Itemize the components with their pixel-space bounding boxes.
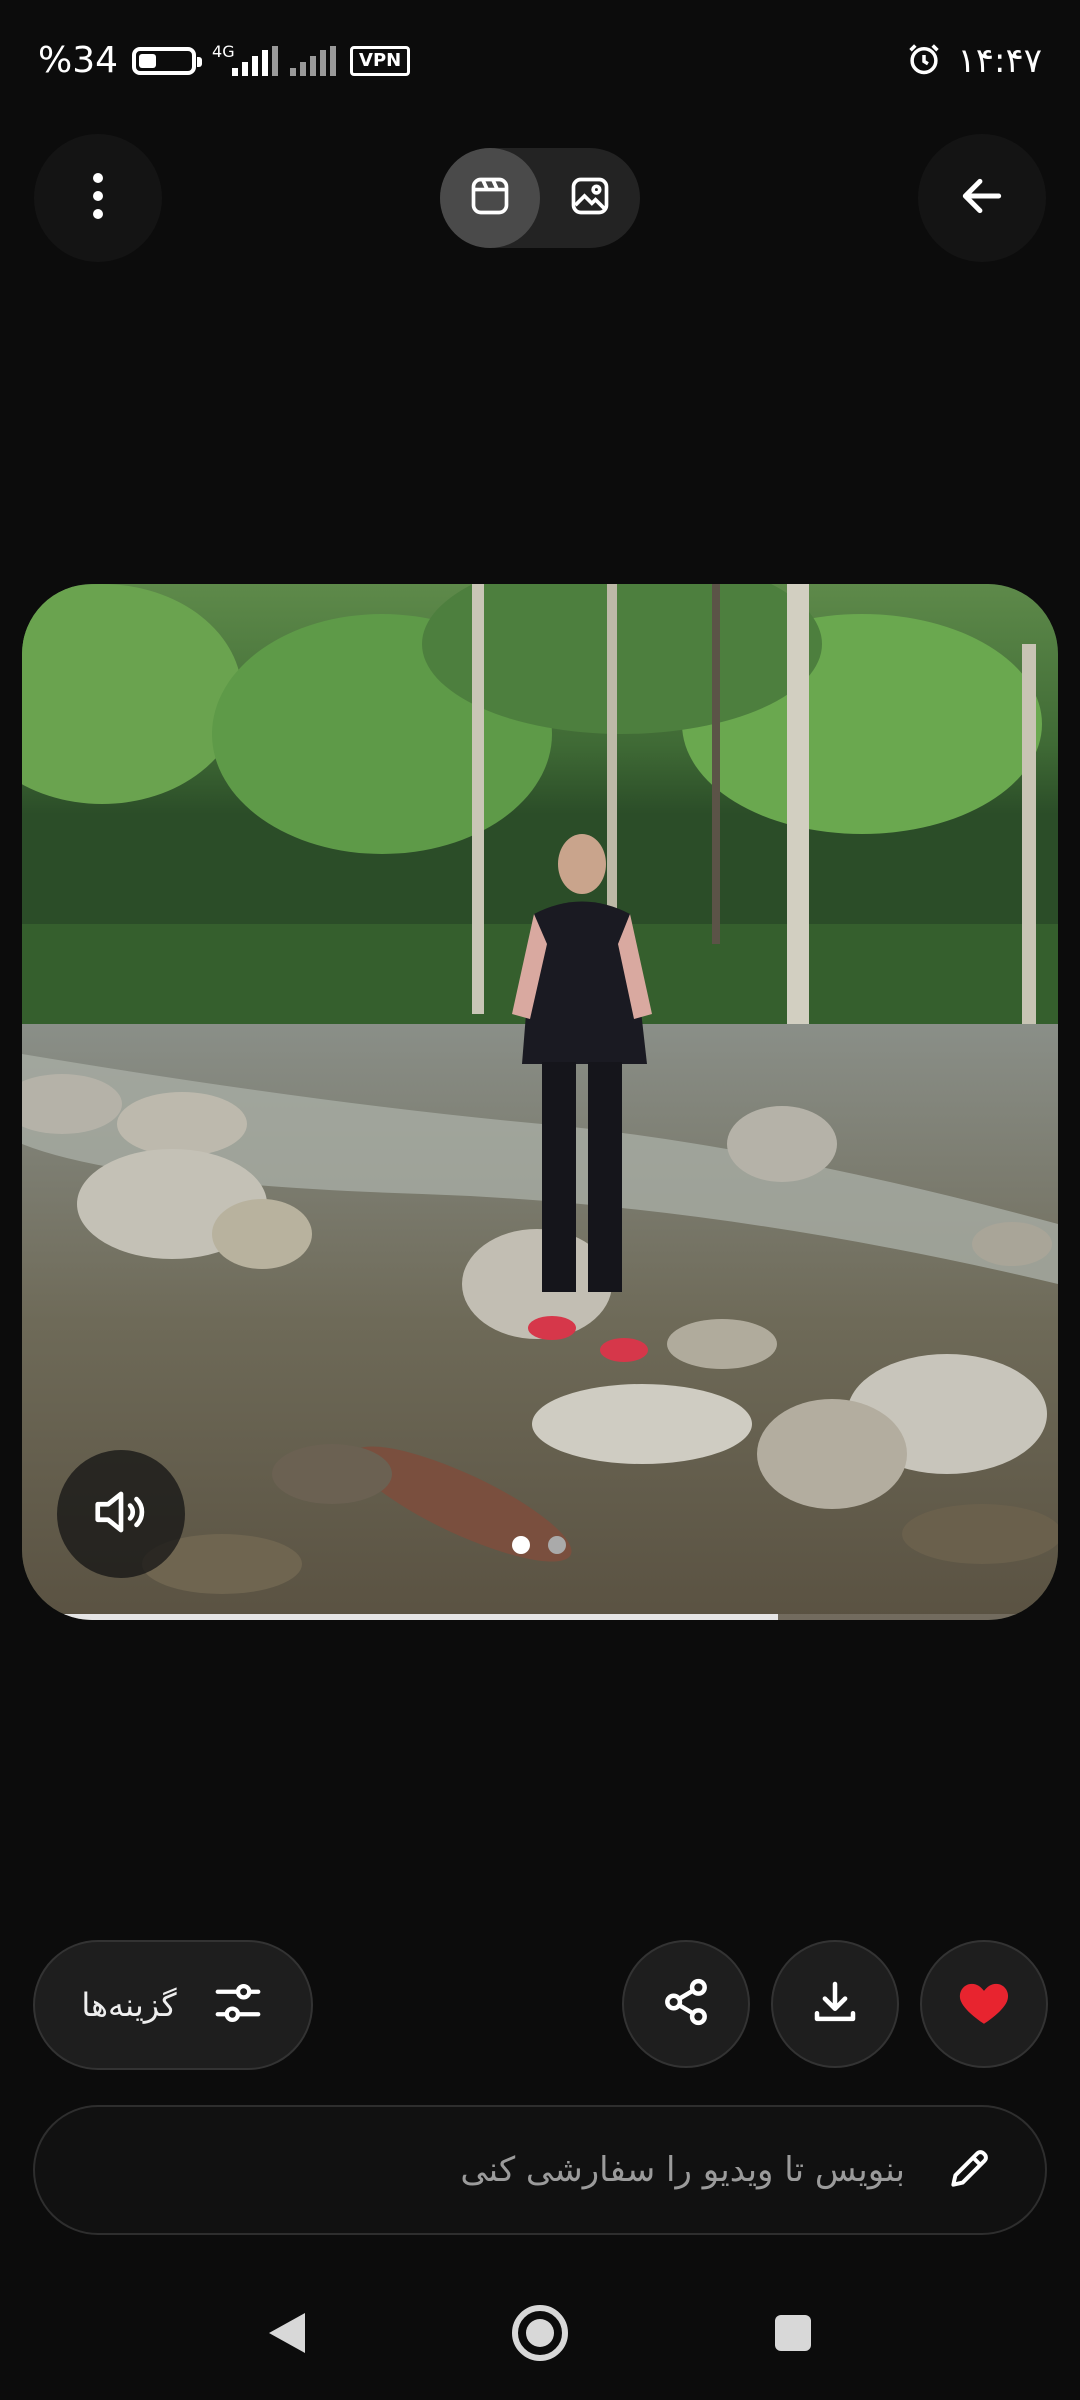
image-icon bbox=[568, 174, 612, 222]
system-nav-bar bbox=[0, 2280, 1080, 2390]
cellular-signal-icon: 4G bbox=[210, 42, 279, 76]
toggle-image[interactable] bbox=[540, 148, 640, 248]
vpn-badge: VPN bbox=[350, 45, 411, 76]
back-icon bbox=[265, 2309, 309, 2361]
page-indicator bbox=[512, 1536, 566, 1554]
share-button[interactable] bbox=[622, 1940, 750, 2068]
status-left: %34 4G VPN bbox=[38, 40, 411, 81]
pencil-icon bbox=[945, 2143, 995, 2197]
arrow-back-icon bbox=[957, 171, 1007, 225]
share-icon bbox=[659, 1975, 713, 2033]
video-preview[interactable] bbox=[22, 584, 1058, 1620]
signal-2-icon bbox=[290, 45, 337, 76]
status-bar: %34 4G VPN ۱۴:۴۷ bbox=[0, 0, 1080, 130]
sliders-icon bbox=[211, 1976, 265, 2034]
prompt-placeholder: بنویس تا ویدیو را سفارشی کنی bbox=[460, 2150, 905, 2190]
battery-icon bbox=[132, 46, 203, 75]
status-right: ۱۴:۴۷ bbox=[905, 40, 1042, 82]
more-options-button[interactable] bbox=[34, 134, 162, 262]
prompt-input[interactable]: بنویس تا ویدیو را سفارشی کنی bbox=[33, 2105, 1047, 2235]
page-dot bbox=[548, 1536, 566, 1554]
media-type-toggle bbox=[440, 148, 640, 248]
battery-percent: %34 bbox=[38, 40, 119, 81]
video-frame bbox=[22, 584, 1058, 1620]
options-label: گزینه‌ها bbox=[81, 1986, 177, 2024]
heart-icon bbox=[955, 1973, 1013, 2035]
download-button[interactable] bbox=[771, 1940, 899, 2068]
alarm-icon bbox=[905, 40, 943, 82]
recents-icon bbox=[773, 2313, 813, 2357]
battery-fill bbox=[139, 53, 157, 68]
nav-home-button[interactable] bbox=[505, 2300, 575, 2370]
volume-icon bbox=[90, 1481, 152, 1547]
page-dot bbox=[512, 1536, 530, 1554]
mute-button[interactable] bbox=[57, 1450, 185, 1578]
options-button[interactable]: گزینه‌ها bbox=[33, 1940, 313, 2070]
video-progress-track[interactable] bbox=[22, 1614, 1058, 1620]
nav-back-button[interactable] bbox=[252, 2300, 322, 2370]
toggle-video[interactable] bbox=[440, 148, 540, 248]
home-icon bbox=[510, 2303, 570, 2367]
clock: ۱۴:۴۷ bbox=[957, 41, 1042, 81]
download-icon bbox=[808, 1975, 862, 2033]
nav-recents-button[interactable] bbox=[758, 2300, 828, 2370]
more-vert-icon bbox=[91, 171, 105, 225]
back-button[interactable] bbox=[918, 134, 1046, 262]
video-icon bbox=[468, 174, 512, 222]
video-progress-fill bbox=[22, 1614, 779, 1620]
like-button[interactable] bbox=[920, 1940, 1048, 2068]
